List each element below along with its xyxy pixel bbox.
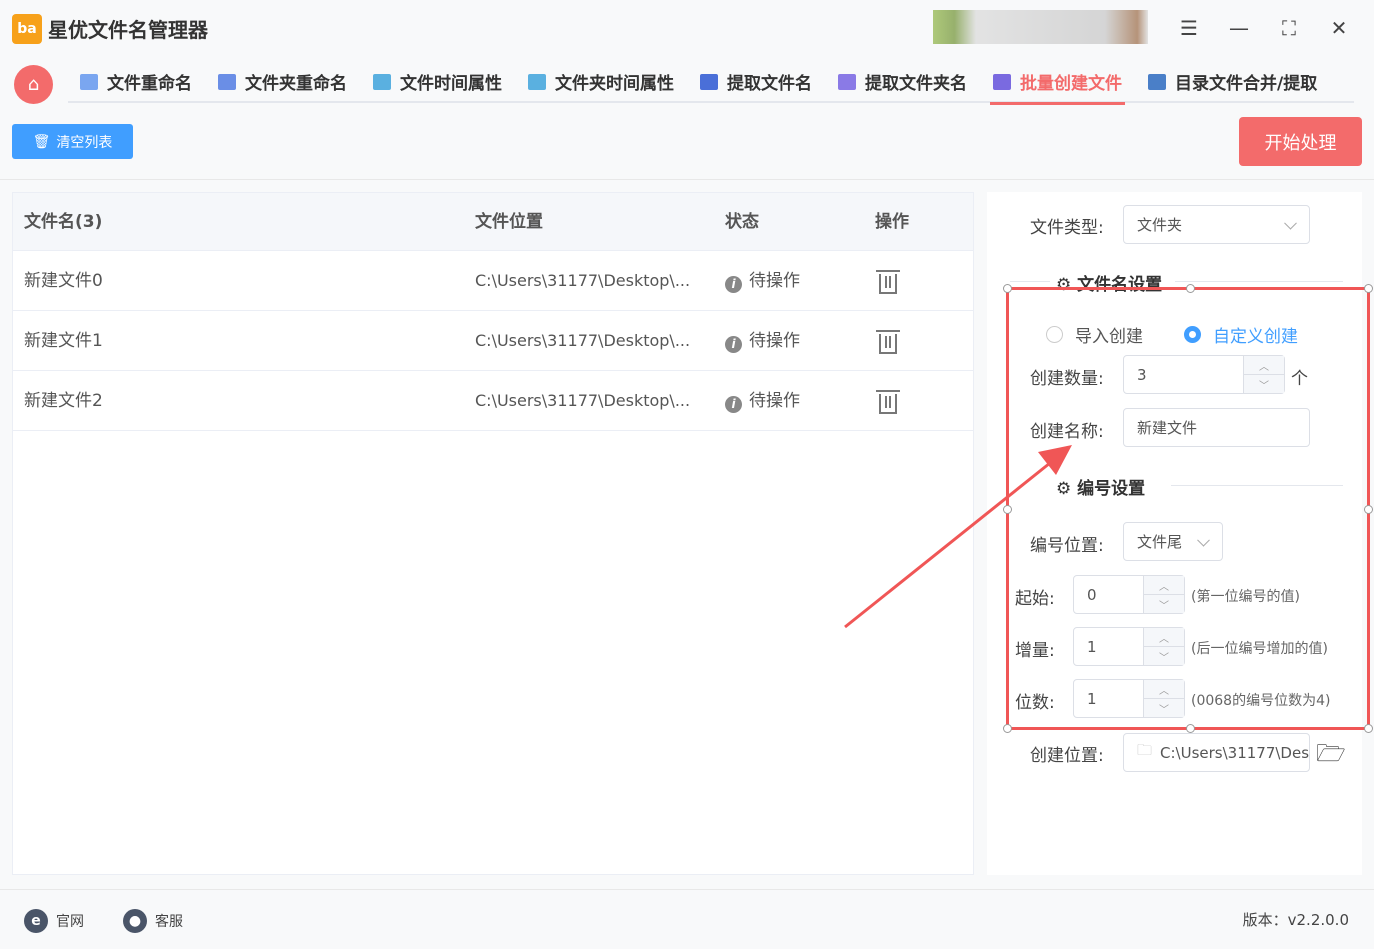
- website-link[interactable]: e 官网: [24, 909, 84, 933]
- support-link[interactable]: ● 客服: [123, 909, 183, 933]
- footer: e 官网 ● 客服 版本：v2.2.0.0: [0, 889, 1374, 949]
- chat-icon: ●: [123, 909, 147, 933]
- annotation-arrow: [844, 445, 1072, 629]
- ie-icon: e: [24, 909, 48, 933]
- version-label: 版本：v2.2.0.0: [1242, 911, 1349, 929]
